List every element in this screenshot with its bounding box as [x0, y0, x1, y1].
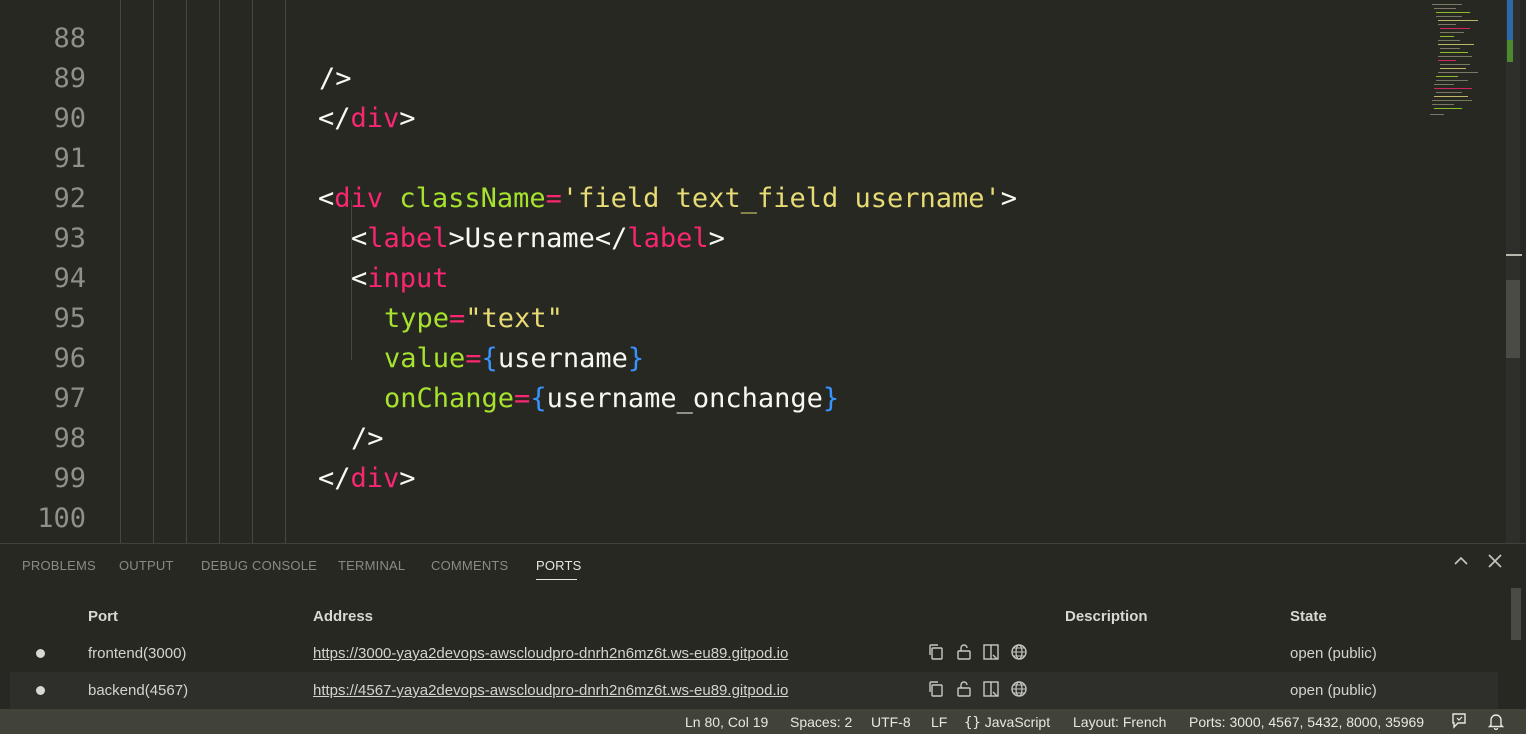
port-state: open (public) [1290, 645, 1377, 662]
end-of-line[interactable]: LF [931, 714, 947, 730]
code-line[interactable]: 98 </div> [0, 379, 1420, 494]
indentation[interactable]: Spaces: 2 [790, 714, 852, 730]
code-line[interactable]: 96 onChange={username_onchange} [0, 299, 1420, 414]
port-address-link[interactable]: https://4567-yaya2devops-awscloudpro-dnr… [313, 682, 788, 699]
code-line[interactable]: 100 <div className='field text_field pas… [0, 459, 1420, 534]
port-name: frontend(3000) [88, 645, 187, 662]
tab-problems[interactable]: PROBLEMS [22, 558, 96, 573]
file-encoding[interactable]: UTF-8 [871, 714, 911, 730]
code-line[interactable]: 92 <label>Username</label> [0, 139, 1420, 254]
code-line[interactable]: 91 <div className='field text_field user… [0, 99, 1420, 214]
close-icon[interactable] [1486, 552, 1504, 575]
minimap[interactable] [1420, 0, 1510, 130]
table-row[interactable]: frontend(3000) https://3000-yaya2devops-… [10, 635, 1498, 672]
keyboard-layout[interactable]: Layout: French [1073, 714, 1166, 730]
code-line[interactable]: 97 /> [0, 339, 1420, 454]
table-row[interactable]: backend(4567) https://4567-yaya2devops-a… [10, 672, 1498, 709]
port-status-icon [36, 686, 45, 695]
code-line[interactable]: 90 [0, 59, 1420, 134]
chevron-up-icon[interactable] [1452, 552, 1470, 575]
editor-scrollbar-thumb[interactable] [1506, 280, 1520, 358]
column-header-state[interactable]: State [1290, 608, 1327, 625]
bottom-panel: PROBLEMS OUTPUT DEBUG CONSOLE TERMINAL C… [0, 543, 1526, 710]
braces-icon: {} [964, 715, 981, 731]
code-editor[interactable]: 88 /> 89 </div> 90 91 <div className='fi… [0, 0, 1526, 543]
open-preview-icon[interactable] [982, 680, 1000, 698]
language-mode[interactable]: {} JavaScript [964, 714, 1050, 731]
column-header-description[interactable]: Description [1065, 608, 1148, 625]
globe-icon[interactable] [1010, 680, 1028, 698]
port-address-link[interactable]: https://3000-yaya2devops-awscloudpro-dnr… [313, 645, 788, 662]
code-line[interactable]: 94 type="text" [0, 219, 1420, 334]
open-preview-icon[interactable] [982, 643, 1000, 661]
language-label: JavaScript [984, 714, 1051, 730]
panel-scrollbar-thumb[interactable] [1511, 588, 1521, 640]
tab-output[interactable]: OUTPUT [119, 558, 174, 573]
port-name: backend(4567) [88, 682, 189, 699]
code-line[interactable]: 89 </div> [0, 19, 1420, 134]
globe-icon[interactable] [1010, 643, 1028, 661]
port-state: open (public) [1290, 682, 1377, 699]
code-line[interactable]: 95 value={username} [0, 259, 1420, 374]
editor-scrollbar-track[interactable] [1506, 0, 1520, 543]
forwarded-ports[interactable]: Ports: 3000, 4567, 5432, 8000, 35969 [1189, 714, 1424, 730]
active-tab-indicator [536, 579, 577, 580]
tab-terminal[interactable]: TERMINAL [338, 558, 405, 573]
column-header-address[interactable]: Address [313, 608, 373, 625]
unlock-icon[interactable] [955, 643, 973, 661]
code-line[interactable]: 88 /> [0, 0, 1420, 94]
copy-icon[interactable] [927, 643, 945, 661]
scrollbar-change-marker [1507, 40, 1513, 62]
status-bar: Ln 80, Col 19 Spaces: 2 UTF-8 LF {} Java… [0, 709, 1526, 734]
feedback-icon[interactable] [1450, 712, 1468, 733]
code-line[interactable]: 99 [0, 419, 1420, 494]
copy-icon[interactable] [927, 680, 945, 698]
bell-icon[interactable] [1487, 712, 1505, 733]
tab-comments[interactable]: COMMENTS [431, 558, 508, 573]
port-status-icon [36, 649, 45, 658]
tab-ports[interactable]: PORTS [536, 558, 582, 573]
scrollbar-cursor-marker [1506, 254, 1522, 256]
column-header-port[interactable]: Port [88, 608, 118, 625]
cursor-position[interactable]: Ln 80, Col 19 [685, 714, 768, 730]
unlock-icon[interactable] [955, 680, 973, 698]
scrollbar-change-marker [1507, 0, 1513, 40]
code-line[interactable]: 93 <input [0, 179, 1420, 294]
code-line[interactable]: 101 <label>Password</label> [0, 499, 1420, 539]
tab-debug-console[interactable]: DEBUG CONSOLE [201, 558, 317, 573]
